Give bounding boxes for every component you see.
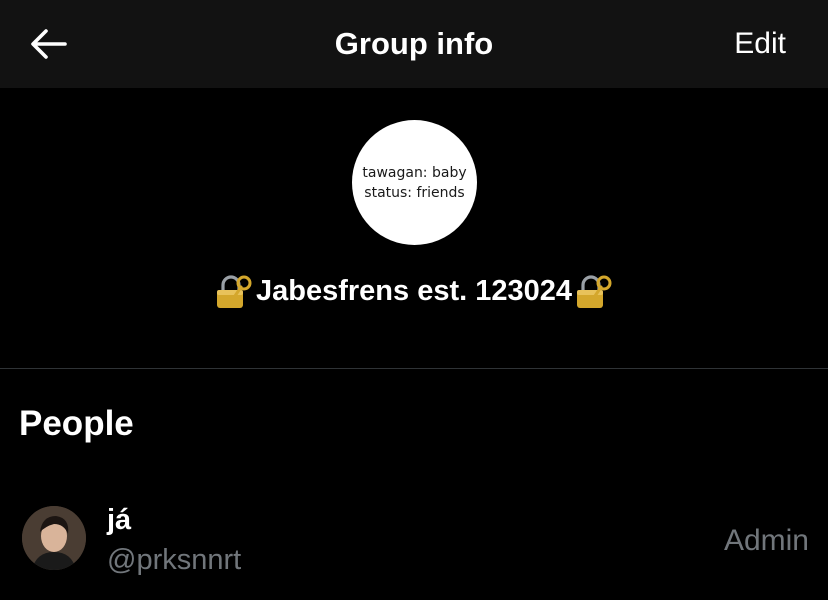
locked-with-key-icon (577, 275, 612, 308)
member-row[interactable]: já @prksnnrt Admin (0, 490, 828, 590)
member-handle: @prksnnrt (107, 544, 242, 576)
group-avatar[interactable]: tawagan: baby status: friends (352, 120, 477, 245)
section-divider (0, 368, 828, 369)
arrow-left-icon (31, 29, 67, 59)
edit-button[interactable]: Edit (734, 0, 786, 88)
locked-with-key-icon (217, 275, 252, 308)
people-heading: People (19, 404, 134, 443)
group-name-text: Jabesfrens est. 123024 (256, 274, 572, 307)
member-name: já (107, 504, 132, 536)
back-button[interactable] (28, 26, 68, 62)
page-title: Group info (334, 26, 494, 61)
top-bar: Group info Edit (0, 0, 828, 88)
group-name: Jabesfrens est. 123024 (0, 272, 828, 310)
group-avatar-line-1: tawagan: baby (362, 164, 467, 181)
member-avatar[interactable] (22, 506, 86, 570)
group-avatar-line-2: status: friends (364, 184, 465, 201)
member-role-badge: Admin (723, 524, 809, 557)
user-avatar-icon (22, 506, 86, 570)
